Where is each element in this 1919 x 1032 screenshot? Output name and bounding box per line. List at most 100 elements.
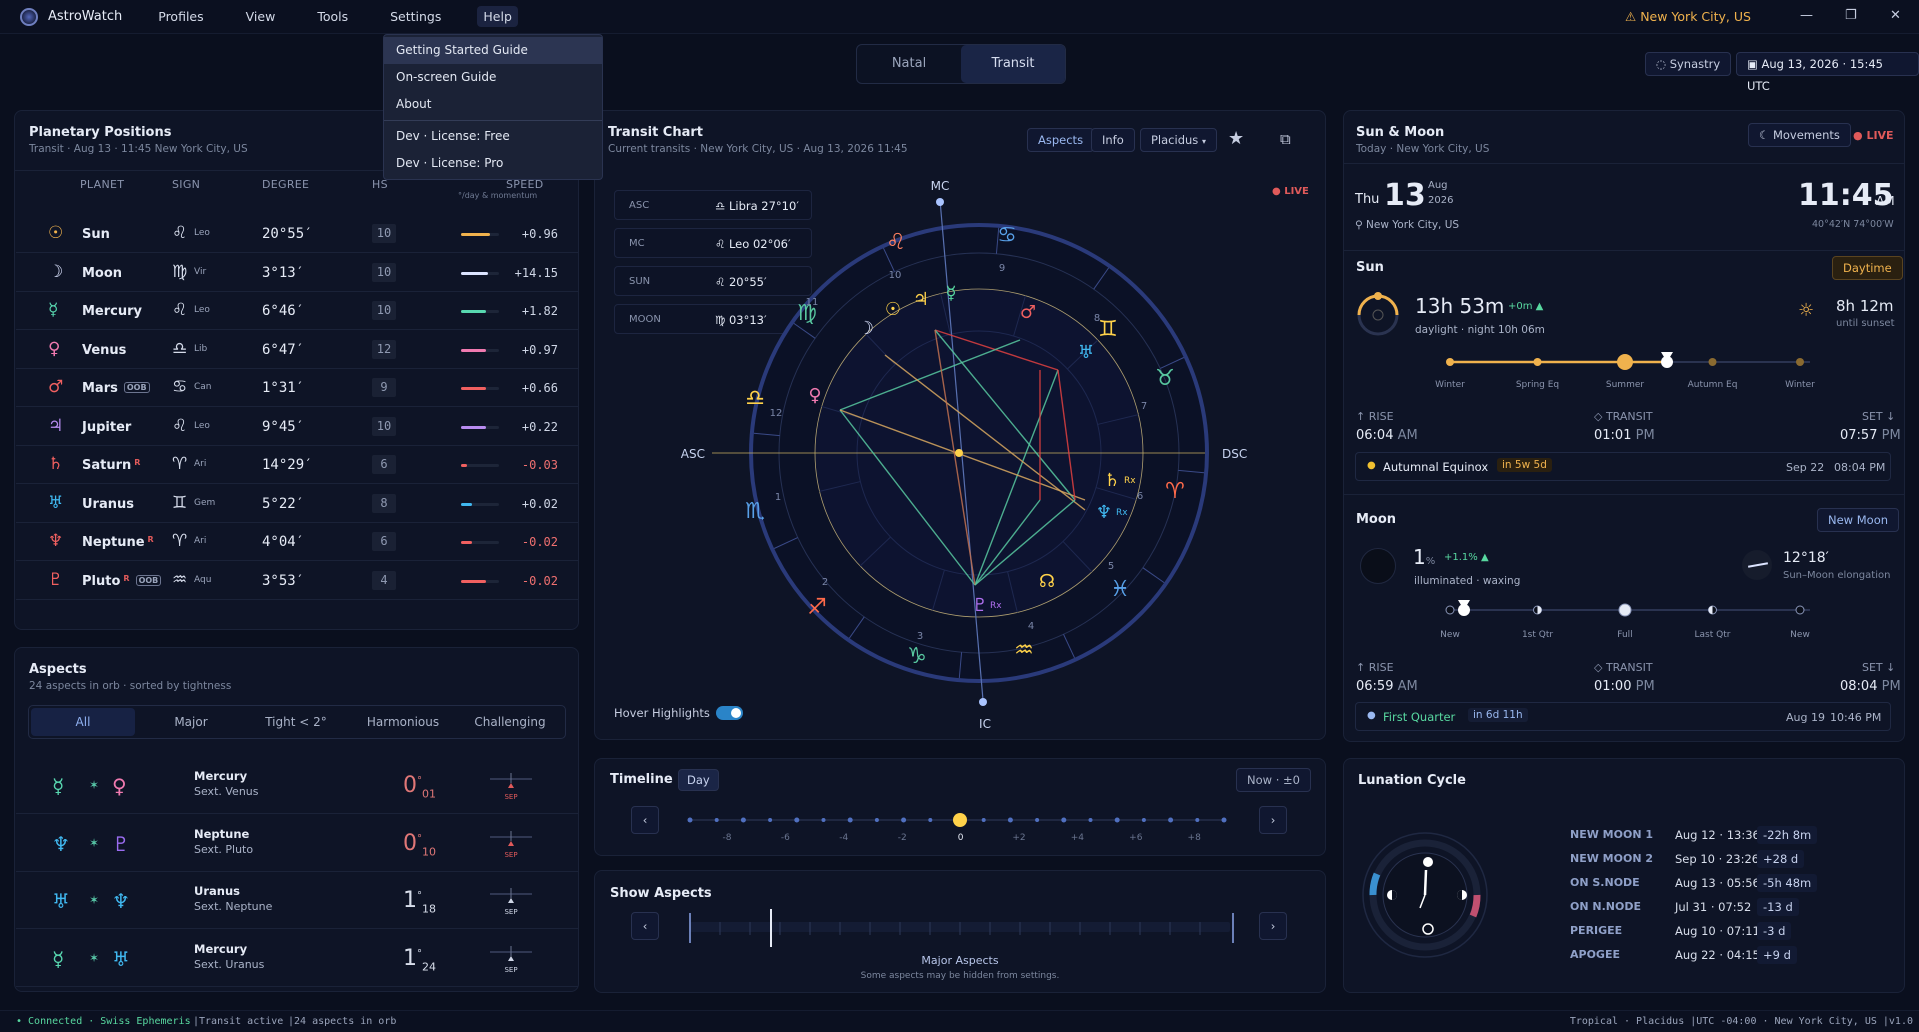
show-aspects-prev-button[interactable]: ‹ [631,912,659,940]
close-icon[interactable]: ✕ [1890,8,1901,23]
menu-profiles[interactable]: Profiles [152,6,209,27]
planet-degree: 6°47′ [262,341,305,358]
datetime-button[interactable]: ▣ Aug 13, 2026 · 15:45 UTC [1736,52,1919,93]
moon-transit-time: 01:00 [1594,679,1632,694]
timeline-prev-button[interactable]: ‹ [631,806,659,834]
aspect-row[interactable]: ♆ ✶ ♇ Neptune Sext. Pluto 0°10 SEP [16,815,578,872]
menu-item-license-free[interactable]: Dev · License: Free [384,123,602,150]
menu-view[interactable]: View [240,6,282,27]
planet-row[interactable]: ♄ Saturn R ♈ Ari 14°29′ 6 -0.03 [16,446,578,484]
sign-abbr: Ari [194,536,207,546]
show-aspects-next-button[interactable]: › [1259,912,1287,940]
sun-rise-value: 06:04 AM [1356,428,1418,443]
angle-label: MOON [629,314,661,325]
orb-minutes: 10 [422,844,436,858]
filter-challenging[interactable]: Challenging [459,708,561,736]
sep-label: SEP [504,966,517,974]
house-number-label: 9 [999,263,1005,274]
planet-row[interactable]: ♀ Venus ♎ Lib 6°47′ 12 +0.97 [16,331,578,369]
sun-transit-ampm: PM [1635,428,1655,443]
aspect-row[interactable]: ♅ ✶ ♆ Uranus Sext. Neptune 1°18 SEP [16,872,578,929]
sun-transit-time: 01:01 [1594,428,1632,443]
lunation-event-offset: -13 d [1757,898,1799,916]
minimize-icon[interactable]: — [1800,8,1813,23]
phase-marker-icon [1795,605,1805,615]
orb-degrees: 1 [403,888,417,913]
planet-degree: 20°55′ [262,226,313,242]
timeline-tick-label: -8 [723,833,732,843]
house-number-label: 4 [1028,621,1034,632]
house-system-select[interactable]: Placidus ▾ [1140,128,1217,152]
planet-row[interactable]: ☉ Sun ♌ Leo 20°55′ 10 +0.96 [16,215,578,253]
aspect-row[interactable]: ☿ ✶ ♀ Mercury Sext. Venus 0°01 SEP [16,757,578,814]
menu-item-onscreen-guide[interactable]: On-screen Guide [384,64,602,91]
favorite-star-icon[interactable]: ★ [1228,128,1244,149]
filter-harmonious[interactable]: Harmonious [352,708,454,736]
house-number-label: 8 [1094,313,1100,324]
planet-row[interactable]: ♂ Mars OOB ♋ Can 1°31′ 9 +0.66 [16,369,578,407]
daytime-badge: Daytime [1832,256,1903,280]
phase-marker-icon [1445,605,1455,615]
menu-item-getting-started[interactable]: Getting Started Guide [384,37,602,64]
sun-transit-value: 01:01 PM [1594,428,1655,443]
chart-wheel[interactable]: ♊♋♌♍♎♏♐♑ ♒♓♈♉☽☉ ♃ ☿♂♅♄♆♀♇☊RxRxRx98765432112… [665,175,1305,735]
timeline-next-button[interactable]: › [1259,806,1287,834]
planet-glyph-icon: ♆ [48,531,64,551]
chevron-right-icon: › [1270,919,1276,933]
planet-row[interactable]: ♇ Pluto R OOB ♒ Aqu 3°53′ 4 -0.02 [16,562,578,600]
menu-item-about[interactable]: About [384,91,602,118]
planet-speed: +0.97 [521,342,558,357]
lunation-event-date: Jul 31 · 07:52 [1675,900,1752,914]
timeline-unit-button[interactable]: Day [678,769,719,791]
tab-natal[interactable]: Natal [857,45,961,83]
aspects-toggle-button[interactable]: Aspects [1027,128,1095,152]
aspect-name: Neptune [194,826,250,841]
daylight-length: 13h 53m [1415,294,1505,318]
house-number-label: 10 [889,270,902,281]
tab-transit[interactable]: Transit [961,45,1065,83]
planet-row[interactable]: ♅ Uranus ♊ Gem 5°22′ 8 +0.02 [16,485,578,523]
menu-item-license-pro[interactable]: Dev · License: Pro [384,150,602,177]
season-marker-icon [1708,358,1717,366]
moon-event-name: First Quarter [1383,710,1456,724]
planet-degree: 14°29′ [262,457,313,473]
momentum-fill [461,310,486,313]
menu-help[interactable]: Help [477,6,518,27]
planet-glyph-icon: ☽ [858,318,874,339]
planet-row[interactable]: ☿ Mercury ♌ Leo 6°46′ 10 +1.82 [16,292,578,330]
timeline-now-button[interactable]: Now · ±0 [1236,768,1311,792]
aspect-row[interactable]: ☿ ✶ ♅ Mercury Sext. Uranus 1°24 SEP [16,930,578,987]
daylight-sub: daylight · night 10h 06m [1415,324,1545,336]
aspect-type: Sext. Neptune [194,900,272,913]
planet-name: Pluto R OOB [82,574,162,589]
menu-settings[interactable]: Settings [384,6,447,27]
house-number: 10 [372,301,396,320]
info-button[interactable]: Info [1091,128,1135,152]
planet-speed: +14.15 [514,265,558,280]
timeline-track[interactable]: -8 -6 -4 -2 0 +2 +4 +6 +8 [670,800,1250,845]
moon-section-title: Moon [1356,512,1397,527]
house-number: 10 [372,224,396,243]
filter-major[interactable]: Major [140,708,242,736]
filter-all[interactable]: All [31,708,135,736]
col-sign: SIGN [172,178,201,191]
filter-tight[interactable]: Tight < 2° [245,708,347,736]
planet-row[interactable]: ♃ Jupiter ♌ Leo 9°45′ 10 +0.22 [16,408,578,446]
aspect-range-slider[interactable] [680,905,1240,947]
moon-transit-value: 01:00 PM [1594,679,1655,694]
maximize-icon[interactable]: ❐ [1845,8,1857,23]
menu-tools[interactable]: Tools [311,6,354,27]
planet-glyph-icon: ♃ [48,415,64,436]
orb-minutes: 18 [422,902,436,916]
sextile-icon: ✶ [89,835,100,850]
synastry-button[interactable]: ◌ Synastry [1645,52,1732,76]
planet-degree: 3°53′ [262,572,305,589]
external-open-icon[interactable]: ⧉ [1280,130,1291,148]
movements-button[interactable]: ☾ Movements [1748,123,1851,147]
location-indicator[interactable]: ⚠ New York City, US [1625,9,1751,24]
lunation-event-date: Sep 10 · 23:26 [1675,852,1760,866]
hover-highlights-toggle[interactable] [716,706,743,720]
timeline-current-marker[interactable] [953,813,967,827]
planet-row[interactable]: ☽ Moon ♍ Vir 3°13′ 10 +14.15 [16,254,578,292]
planet-row[interactable]: ♆ Neptune R ♈ Ari 4°04′ 6 -0.02 [16,523,578,561]
